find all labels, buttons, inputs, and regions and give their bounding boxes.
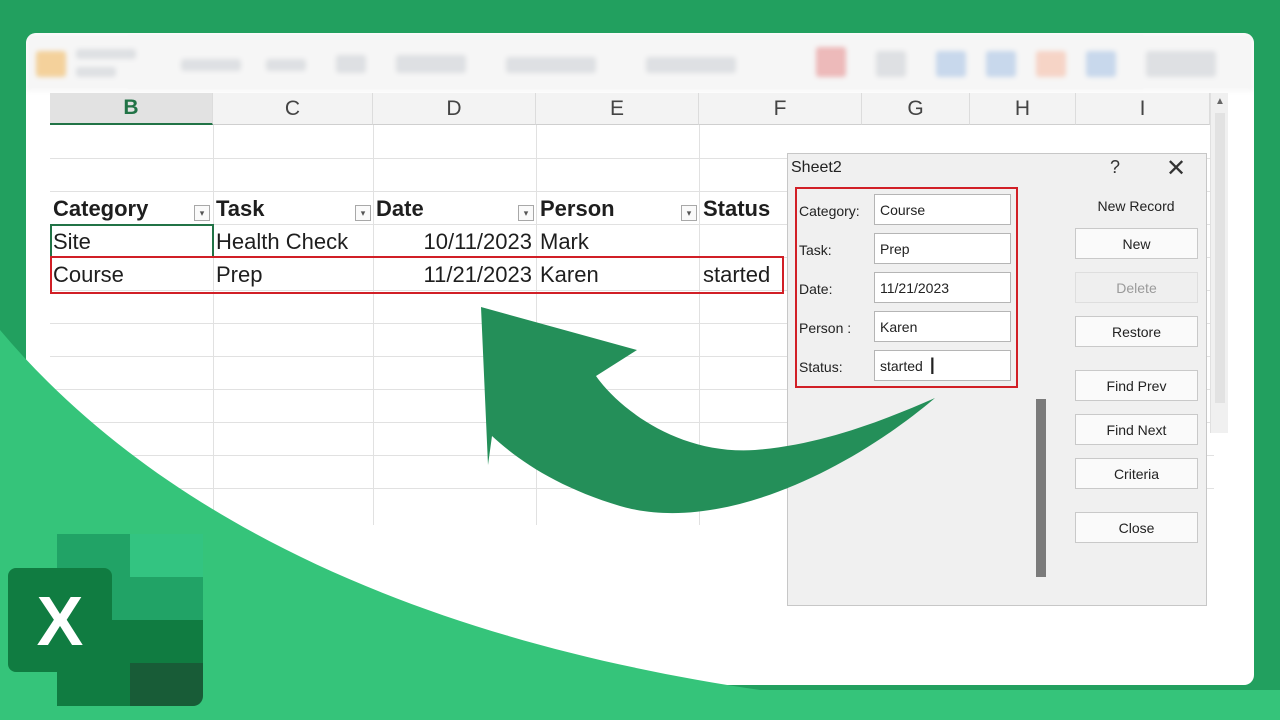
column-header-h[interactable]: H xyxy=(970,93,1076,125)
header-person[interactable]: Person xyxy=(540,192,690,225)
help-icon[interactable]: ? xyxy=(1110,157,1120,178)
column-header-b[interactable]: B xyxy=(50,93,213,125)
filter-dropdown-icon[interactable]: ▾ xyxy=(681,205,697,221)
excel-logo-icon: X xyxy=(8,534,203,706)
close-button[interactable]: Close xyxy=(1075,512,1198,543)
header-date[interactable]: Date xyxy=(376,192,526,225)
form-scrollbar[interactable] xyxy=(1036,399,1046,577)
new-button[interactable]: New xyxy=(1075,228,1198,259)
restore-button[interactable]: Restore xyxy=(1075,316,1198,347)
active-cell-cursor xyxy=(50,224,214,258)
column-header-d[interactable]: D xyxy=(373,93,536,125)
gridline xyxy=(699,125,700,525)
column-header-g[interactable]: G xyxy=(862,93,970,125)
record-status: New Record xyxy=(1097,198,1175,214)
scroll-up-icon[interactable]: ▲ xyxy=(1211,93,1229,109)
delete-button[interactable]: Delete xyxy=(1075,272,1198,303)
column-header-i[interactable]: I xyxy=(1076,93,1210,125)
dialog-title: Sheet2 xyxy=(791,159,842,176)
logo-letter: X xyxy=(37,582,84,660)
column-header-e[interactable]: E xyxy=(536,93,699,125)
close-icon[interactable]: ✕ xyxy=(1166,154,1186,183)
gridline xyxy=(373,125,374,525)
cell-date[interactable]: 10/11/2023 xyxy=(376,225,532,258)
header-status[interactable]: Status xyxy=(703,192,783,225)
header-category[interactable]: Category xyxy=(53,192,209,225)
fields-highlight xyxy=(795,187,1018,388)
filter-dropdown-icon[interactable]: ▾ xyxy=(194,205,210,221)
row-highlight xyxy=(50,256,784,294)
cell-task[interactable]: Health Check xyxy=(216,225,371,258)
find-prev-button[interactable]: Find Prev xyxy=(1075,370,1198,401)
find-next-button[interactable]: Find Next xyxy=(1075,414,1198,445)
vertical-scrollbar[interactable]: ▲ xyxy=(1210,93,1228,433)
column-header-f[interactable]: F xyxy=(699,93,862,125)
column-header-c[interactable]: C xyxy=(213,93,373,125)
cell-person[interactable]: Mark xyxy=(540,225,690,258)
data-form-dialog: Sheet2 ? ✕ Category: Course Task: Prep D… xyxy=(787,153,1207,606)
ribbon xyxy=(26,33,1254,91)
gridline xyxy=(536,125,537,525)
criteria-button[interactable]: Criteria xyxy=(1075,458,1198,489)
excel-window: B C D E F G H I Category ▾ Task ▾ Date ▾… xyxy=(26,33,1254,685)
gridline xyxy=(213,125,214,525)
header-task[interactable]: Task xyxy=(216,192,366,225)
scroll-thumb[interactable] xyxy=(1215,113,1225,403)
filter-dropdown-icon[interactable]: ▾ xyxy=(518,205,534,221)
filter-dropdown-icon[interactable]: ▾ xyxy=(355,205,371,221)
